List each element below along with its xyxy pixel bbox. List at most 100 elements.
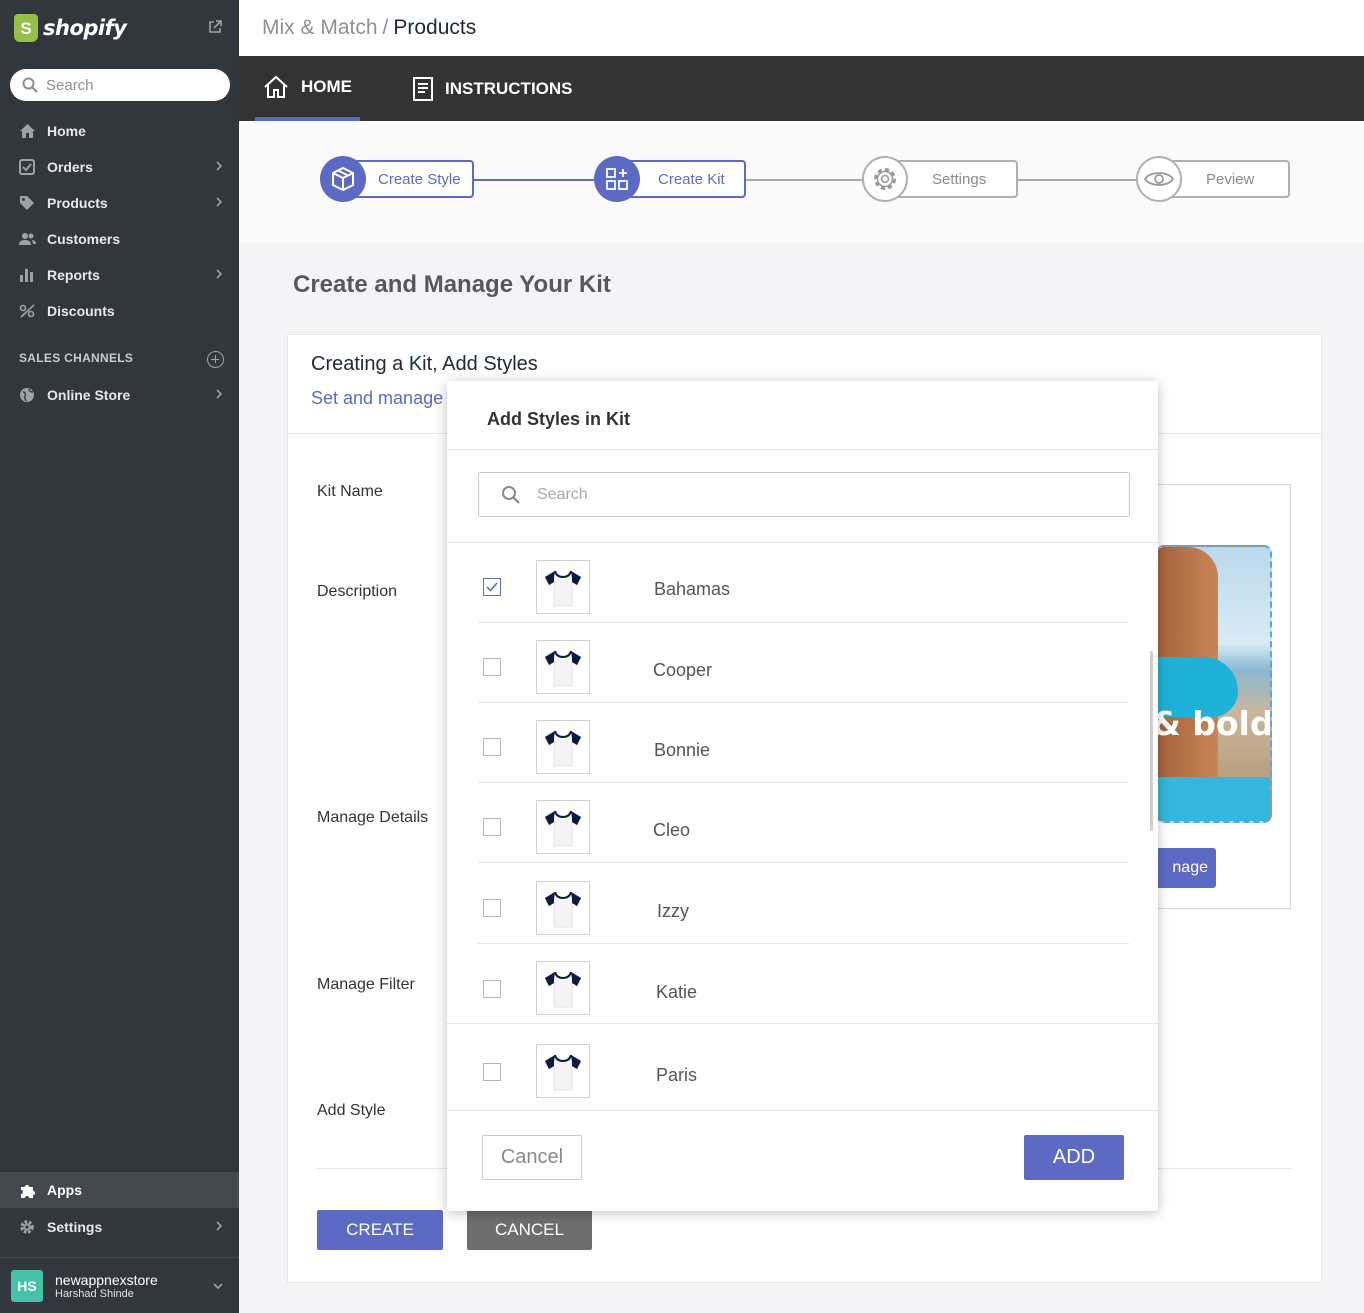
list-item[interactable]: Paris xyxy=(447,1024,1158,1110)
breadcrumb-separator: / xyxy=(382,16,389,39)
sidebar-item-label: Products xyxy=(47,195,108,211)
gear-icon xyxy=(862,156,908,202)
sidebar-item-label: Home xyxy=(47,123,86,139)
style-checkbox[interactable] xyxy=(483,899,501,917)
discount-icon xyxy=(18,302,36,320)
style-name: Cooper xyxy=(653,660,713,680)
style-list: Bahamas Cooper Bonnie Cleo Izzy Katie Pa… xyxy=(447,543,1158,1110)
list-item[interactable]: Katie xyxy=(447,944,1158,1024)
list-item[interactable]: Cooper xyxy=(447,623,1158,703)
sidebar-item-label: Online Store xyxy=(47,387,131,403)
card-subtitle: Set and manage y xyxy=(311,388,448,408)
sidebar-item-products[interactable]: Products xyxy=(0,185,239,221)
tshirt-thumbnail xyxy=(536,881,590,935)
sidebar-item-apps[interactable]: Apps xyxy=(0,1172,239,1208)
box-icon xyxy=(320,156,366,202)
style-checkbox[interactable] xyxy=(483,818,501,836)
sidebar-item-online-store[interactable]: Online Store xyxy=(0,377,239,413)
section-title: Create and Manage Your Kit xyxy=(293,271,611,298)
customers-icon xyxy=(18,230,36,248)
step-create-style[interactable]: Create Style xyxy=(320,156,474,202)
sidebar-item-discounts[interactable]: Discounts xyxy=(0,293,239,329)
style-checkbox[interactable] xyxy=(483,658,501,676)
tshirt-thumbnail xyxy=(536,560,590,614)
step-connector xyxy=(1017,179,1137,181)
search-icon xyxy=(502,485,520,504)
style-checkbox[interactable] xyxy=(483,1063,501,1081)
step-connector xyxy=(745,179,863,181)
eye-icon xyxy=(1136,156,1182,202)
style-checkbox[interactable] xyxy=(483,738,501,756)
change-image-button[interactable]: nage xyxy=(1158,848,1216,888)
tshirt-thumbnail xyxy=(536,961,590,1015)
sidebar-search-input[interactable]: Search xyxy=(10,69,230,101)
bar-chart-icon xyxy=(18,266,36,284)
document-icon xyxy=(413,76,433,101)
puzzle-icon xyxy=(18,1181,36,1199)
style-checkbox[interactable] xyxy=(483,578,501,596)
sidebar-item-home[interactable]: Home xyxy=(0,113,239,149)
breadcrumb-parent[interactable]: Mix & Match xyxy=(262,16,378,40)
description-label: Description xyxy=(317,583,398,600)
list-item[interactable]: Bahamas xyxy=(447,543,1158,623)
sidebar-item-settings[interactable]: Settings xyxy=(0,1209,239,1245)
brand-name: shopify xyxy=(43,16,127,40)
sidebar-item-reports[interactable]: Reports xyxy=(0,257,239,293)
shopify-bag-icon: S xyxy=(14,14,38,42)
tab-home[interactable]: HOME xyxy=(255,56,360,121)
sidebar: S shopify Search Home Orders Products Cu… xyxy=(0,0,239,1313)
modal-scrollbar[interactable] xyxy=(1150,651,1153,831)
home-icon xyxy=(18,122,36,140)
chevron-down-icon xyxy=(213,1283,223,1290)
manage-filter-label: Manage Filter xyxy=(317,976,415,993)
tab-instructions-label: INSTRUCTIONS xyxy=(445,78,573,98)
external-link-icon[interactable] xyxy=(208,20,222,34)
style-search-input[interactable]: Search xyxy=(478,472,1130,517)
tab-instructions[interactable]: INSTRUCTIONS xyxy=(413,56,573,121)
tshirt-thumbnail xyxy=(536,1044,590,1098)
step-create-kit[interactable]: Create Kit xyxy=(594,156,746,202)
chevron-right-icon xyxy=(216,1221,223,1231)
add-style-label: Add Style xyxy=(317,1102,386,1119)
kit-image: & bolds xyxy=(1158,545,1272,823)
sidebar-item-orders[interactable]: Orders xyxy=(0,149,239,185)
app-tab-bar: HOME INSTRUCTIONS xyxy=(239,56,1364,121)
avatar: HS xyxy=(11,1269,43,1302)
style-name: Katie xyxy=(656,982,698,1002)
cancel-button[interactable]: CANCEL xyxy=(467,1210,592,1250)
step-settings[interactable]: Settings xyxy=(862,156,1018,202)
modal-cancel-button[interactable]: Cancel xyxy=(482,1135,582,1180)
gear-icon xyxy=(18,1218,36,1236)
sidebar-item-label: Discounts xyxy=(47,303,115,319)
style-checkbox[interactable] xyxy=(483,980,501,998)
breadcrumb: Mix & Match / Products xyxy=(239,0,1364,56)
tag-icon xyxy=(18,194,36,212)
chevron-right-icon xyxy=(216,161,223,171)
list-item[interactable]: Cleo xyxy=(447,783,1158,863)
sidebar-item-label: Reports xyxy=(47,267,100,283)
search-icon xyxy=(22,77,38,93)
grid-add-icon xyxy=(594,156,640,202)
orders-icon xyxy=(18,158,36,176)
list-item[interactable]: Bonnie xyxy=(447,703,1158,783)
sidebar-item-customers[interactable]: Customers xyxy=(0,221,239,257)
modal-add-button[interactable]: ADD xyxy=(1024,1135,1124,1180)
page-title: Products xyxy=(393,16,477,39)
style-name: Cleo xyxy=(653,820,691,840)
step-preview[interactable]: Peview xyxy=(1136,156,1290,202)
store-switcher[interactable]: HS newappnexstore Harshad Shinde xyxy=(0,1257,239,1313)
store-user: Harshad Shinde xyxy=(55,1287,134,1300)
home-outline-icon xyxy=(264,75,288,98)
list-item[interactable]: Izzy xyxy=(447,863,1158,944)
kit-name-label: Kit Name xyxy=(317,483,383,500)
sidebar-item-label: Orders xyxy=(47,159,93,175)
add-channel-icon[interactable] xyxy=(207,351,224,368)
style-name: Bahamas xyxy=(654,579,731,599)
sidebar-item-label: Settings xyxy=(47,1219,103,1235)
divider xyxy=(447,449,1158,450)
create-button[interactable]: CREATE xyxy=(317,1210,443,1250)
sidebar-search-placeholder: Search xyxy=(46,76,94,94)
shopify-logo[interactable]: S shopify xyxy=(0,0,239,56)
style-name: Izzy xyxy=(657,901,690,921)
modal-title: Add Styles in Kit xyxy=(487,409,631,429)
